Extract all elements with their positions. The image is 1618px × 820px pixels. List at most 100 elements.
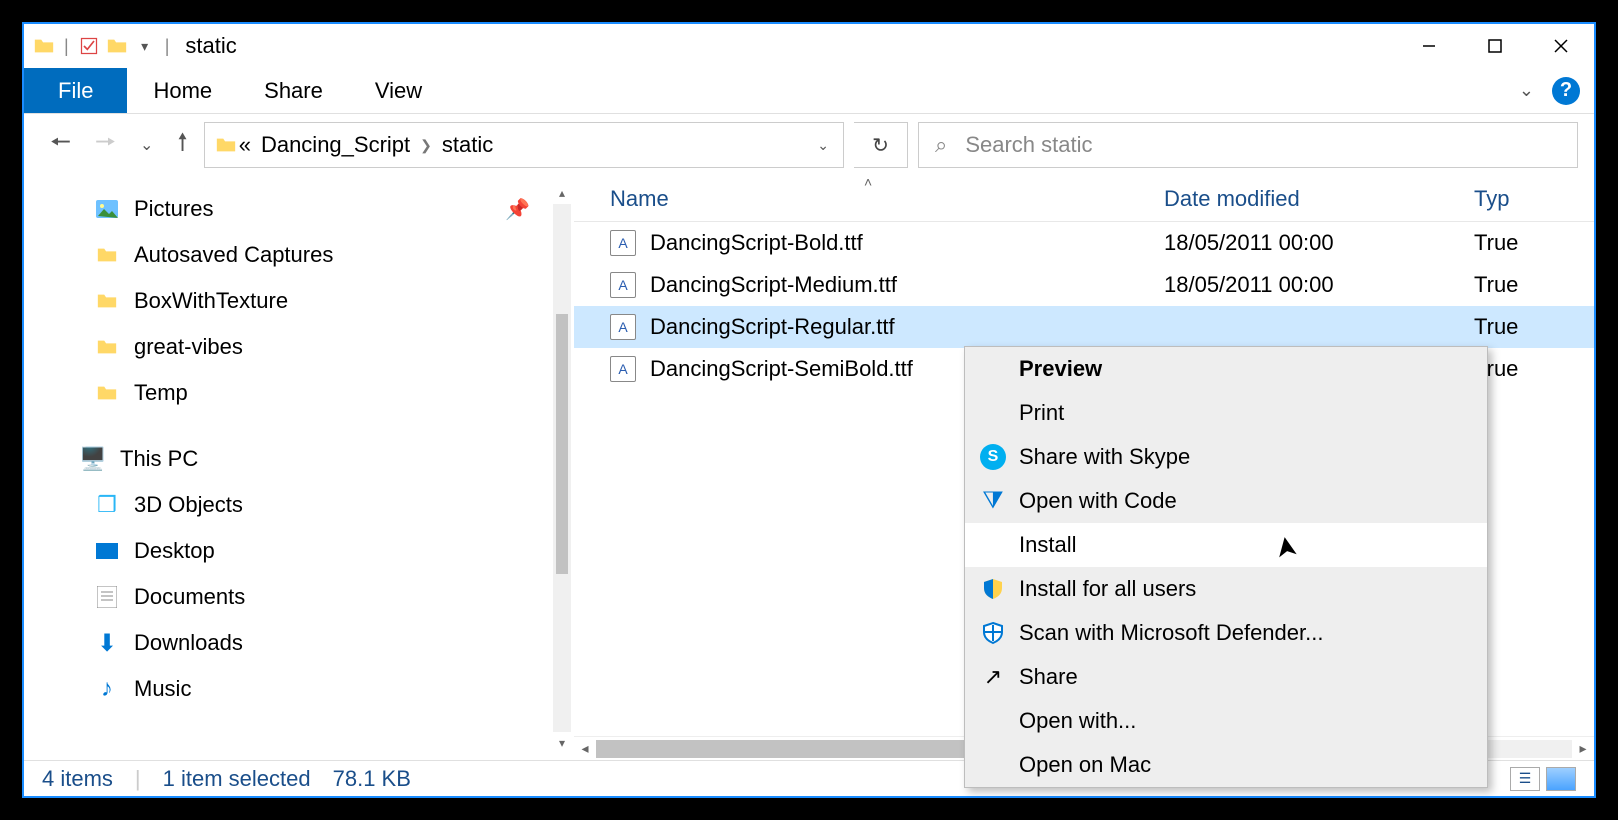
shield-icon xyxy=(979,575,1007,603)
up-button[interactable]: 🠕 xyxy=(177,125,187,166)
file-row[interactable]: ADancingScript-Bold.ttf18/05/2011 00:00T… xyxy=(574,222,1594,264)
properties-icon[interactable] xyxy=(75,32,103,60)
scroll-up-icon[interactable]: ▴ xyxy=(550,186,574,200)
maximize-button[interactable] xyxy=(1462,24,1528,68)
tree-label: Temp xyxy=(134,380,188,406)
context-menu-item[interactable]: Print xyxy=(965,391,1487,435)
breadcrumb-prefix: « xyxy=(239,132,251,158)
help-icon[interactable]: ? xyxy=(1552,77,1580,105)
address-bar[interactable]: « Dancing_Script ❯ static ⌄ xyxy=(204,122,844,168)
tree-item[interactable]: BoxWithTexture xyxy=(24,278,574,324)
explorer-window: | ▾ | static File Home Share View ⌄ ? xyxy=(22,22,1596,798)
downloads-icon: ⬇ xyxy=(94,630,120,656)
forward-button[interactable]: 🠖 xyxy=(95,125,116,166)
tree-item[interactable]: ❒3D Objects xyxy=(24,482,574,528)
tree-item[interactable]: great-vibes xyxy=(24,324,574,370)
tree-item[interactable]: ⬇ Downloads xyxy=(24,620,574,666)
tree-item[interactable]: Temp xyxy=(24,370,574,416)
tree-label: Desktop xyxy=(134,538,215,564)
vscode-icon: ⧩ xyxy=(979,487,1007,515)
separator: | xyxy=(58,36,75,57)
tree-item[interactable]: Pictures📌 xyxy=(24,186,574,232)
scrollbar-thumb[interactable] xyxy=(556,314,568,574)
window-controls xyxy=(1396,24,1594,68)
tree-label: Autosaved Captures xyxy=(134,242,333,268)
folder-icon xyxy=(94,288,120,314)
tree-item[interactable]: Autosaved Captures xyxy=(24,232,574,278)
sort-indicator-icon: ˄ xyxy=(864,176,872,190)
tree-label: great-vibes xyxy=(134,334,243,360)
file-tab[interactable]: File xyxy=(24,68,127,113)
defender-icon xyxy=(979,619,1007,647)
qat-dropdown-icon[interactable]: ▾ xyxy=(131,32,159,60)
context-menu-label: Share xyxy=(1019,664,1078,690)
search-box[interactable]: ⌕ xyxy=(918,122,1578,168)
breadcrumb[interactable]: Dancing_Script xyxy=(261,132,410,158)
tree-item[interactable]: ♪Music xyxy=(24,666,574,712)
search-input[interactable] xyxy=(965,132,1561,158)
ribbon-collapse-icon[interactable]: ⌄ xyxy=(1519,80,1534,101)
context-menu-item[interactable]: SShare with Skype xyxy=(965,435,1487,479)
context-menu-item[interactable]: Open with... xyxy=(965,699,1487,743)
folder-icon xyxy=(94,380,120,406)
ribbon: File Home Share View ⌄ ? xyxy=(24,68,1594,114)
tab-share[interactable]: Share xyxy=(238,68,349,113)
folder-icon xyxy=(94,242,120,268)
refresh-button[interactable]: ↻ xyxy=(854,122,908,168)
context-menu-item[interactable]: ↗Share xyxy=(965,655,1487,699)
context-menu-label: Install for all users xyxy=(1019,576,1196,602)
tree-label: Downloads xyxy=(134,630,243,656)
context-menu-item[interactable]: Open on Mac xyxy=(965,743,1487,787)
file-row[interactable]: ADancingScript-Regular.ttfTrue xyxy=(574,306,1594,348)
file-name: DancingScript-Regular.ttf xyxy=(650,314,895,340)
context-menu: PreviewPrintSShare with Skype⧩Open with … xyxy=(964,346,1488,788)
tree-this-pc[interactable]: 🖥️ This PC xyxy=(24,436,574,482)
font-file-icon: A xyxy=(610,356,636,382)
search-icon: ⌕ xyxy=(935,132,947,158)
tab-view[interactable]: View xyxy=(349,68,448,113)
context-menu-item[interactable]: Scan with Microsoft Defender... xyxy=(965,611,1487,655)
scroll-left-icon[interactable]: ◂ xyxy=(574,740,596,757)
minimize-button[interactable] xyxy=(1396,24,1462,68)
breadcrumb[interactable]: static xyxy=(442,132,493,158)
tab-home[interactable]: Home xyxy=(127,68,238,113)
back-button[interactable]: 🠔 xyxy=(50,125,71,166)
tree-scrollbar[interactable]: ▴ ▾ xyxy=(550,184,574,752)
address-dropdown-icon[interactable]: ⌄ xyxy=(803,137,843,154)
skype-icon: S xyxy=(979,443,1007,471)
picture-icon xyxy=(94,196,120,222)
context-menu-item[interactable]: Preview xyxy=(965,347,1487,391)
context-menu-item[interactable]: Install for all users xyxy=(965,567,1487,611)
separator: | xyxy=(159,36,176,57)
desktop-icon xyxy=(94,538,120,564)
folder-icon xyxy=(30,32,58,60)
chevron-right-icon[interactable]: ❯ xyxy=(410,137,442,154)
scroll-down-icon[interactable]: ▾ xyxy=(550,736,574,750)
file-type: True xyxy=(1474,356,1594,382)
context-menu-item[interactable]: ⧩Open with Code xyxy=(965,479,1487,523)
col-date[interactable]: Date modified xyxy=(1164,186,1474,212)
file-name: DancingScript-Medium.ttf xyxy=(650,272,897,298)
file-date: 18/05/2011 00:00 xyxy=(1164,230,1474,256)
view-large-button[interactable] xyxy=(1546,767,1576,791)
recent-dropdown-icon[interactable]: ⌄ xyxy=(140,135,153,155)
tree-item[interactable]: Desktop xyxy=(24,528,574,574)
nav-arrows: 🠔 🠖 ⌄ 🠕 xyxy=(40,125,194,166)
new-folder-icon[interactable] xyxy=(103,32,131,60)
context-menu-item[interactable]: Install xyxy=(965,523,1487,567)
file-type: True xyxy=(1474,314,1594,340)
close-button[interactable] xyxy=(1528,24,1594,68)
view-details-button[interactable]: ☰ xyxy=(1510,767,1540,791)
qat: | ▾ | xyxy=(30,32,175,60)
scroll-right-icon[interactable]: ▸ xyxy=(1572,740,1594,757)
file-row[interactable]: ADancingScript-Medium.ttf18/05/2011 00:0… xyxy=(574,264,1594,306)
col-type[interactable]: Typ xyxy=(1474,186,1594,212)
folder-icon xyxy=(213,132,239,158)
scrollbar-thumb[interactable] xyxy=(596,740,976,758)
status-count: 4 items xyxy=(42,766,113,792)
file-date: 18/05/2011 00:00 xyxy=(1164,272,1474,298)
tree-item[interactable]: Documents xyxy=(24,574,574,620)
pin-icon[interactable]: 📌 xyxy=(505,197,530,222)
main-area: Pictures📌 Autosaved Captures BoxWithTextur… xyxy=(24,176,1594,760)
status-selection: 1 item selected xyxy=(163,766,311,792)
